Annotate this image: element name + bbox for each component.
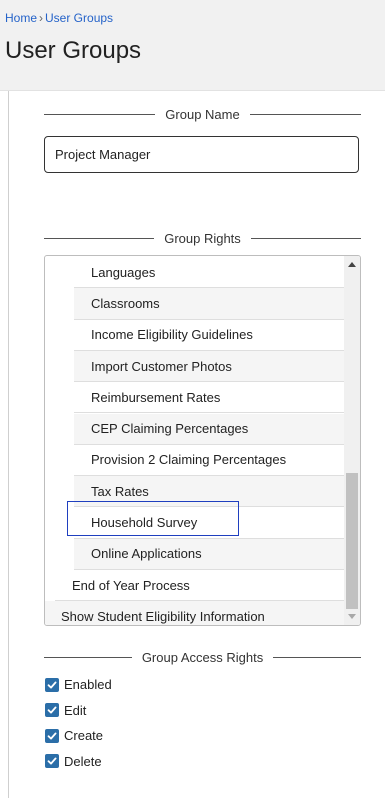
breadcrumb: Home › User Groups bbox=[5, 11, 113, 25]
group-access-rights-legend-text: Group Access Rights bbox=[141, 649, 264, 665]
access-right-checkbox-create[interactable]: Create bbox=[45, 728, 103, 744]
group-rights-item[interactable]: Provision 2 Claiming Percentages bbox=[74, 444, 346, 477]
group-rights-item-label: End of Year Process bbox=[72, 577, 190, 593]
group-rights-item-label: Reimbursement Rates bbox=[91, 389, 221, 405]
group-rights-legend-text: Group Rights bbox=[164, 230, 241, 246]
group-rights-item[interactable]: Reimbursement Rates bbox=[74, 382, 346, 414]
group-name-input[interactable] bbox=[44, 136, 359, 173]
group-name-legend-text: Group Name bbox=[165, 106, 240, 122]
group-rights-item[interactable]: Income Eligibility Guidelines bbox=[74, 319, 346, 351]
page-title: User Groups bbox=[5, 37, 142, 64]
group-rights-item-label: CEP Claiming Percentages bbox=[91, 421, 249, 437]
access-right-label: Delete bbox=[64, 753, 102, 769]
group-rights-item-label: Import Customer Photos bbox=[91, 358, 232, 374]
group-rights-item[interactable]: CEP Claiming Percentages bbox=[74, 413, 346, 445]
access-right-label: Create bbox=[64, 728, 104, 743]
arrow-down-icon[interactable] bbox=[348, 614, 356, 619]
group-rights-item[interactable]: Classrooms bbox=[74, 288, 346, 320]
check-icon[interactable] bbox=[45, 677, 59, 692]
group-rights-item-label: Classrooms bbox=[91, 295, 160, 311]
group-rights-item[interactable]: Import Customer Photos bbox=[74, 350, 346, 383]
content-divider bbox=[8, 91, 9, 798]
check-icon[interactable] bbox=[45, 728, 59, 743]
check-icon[interactable] bbox=[45, 754, 59, 768]
group-rights-item-label: Languages bbox=[91, 264, 156, 280]
group-rights-item-label: Income Eligibility Guidelines bbox=[91, 327, 253, 343]
group-rights-item[interactable]: Tax Rates bbox=[74, 476, 346, 508]
group-rights-item[interactable]: End of Year Process bbox=[55, 570, 346, 602]
rights-list-scrollbar[interactable] bbox=[344, 256, 360, 625]
group-rights-item[interactable]: Show Student Eligibility Information bbox=[45, 601, 346, 625]
access-right-label: Edit bbox=[64, 702, 87, 718]
breadcrumb-separator: › bbox=[39, 11, 44, 25]
group-rights-item-label: Tax Rates bbox=[91, 483, 149, 499]
group-rights-item[interactable]: Household Survey bbox=[74, 507, 346, 539]
access-right-checkbox-enabled[interactable]: Enabled bbox=[45, 677, 112, 693]
group-rights-item-label: Show Student Eligibility Information bbox=[61, 608, 265, 624]
access-right-checkbox-edit[interactable]: Edit bbox=[45, 702, 86, 718]
group-rights-list[interactable]: Languages Classrooms Income Eligibility Gu… bbox=[44, 255, 361, 626]
group-rights-item-label: Online Applications bbox=[91, 546, 202, 562]
group-rights-item[interactable]: Online Applications bbox=[74, 538, 346, 570]
breadcrumb-current-link[interactable]: User Groups bbox=[45, 11, 113, 25]
group-rights-item[interactable]: Languages bbox=[74, 257, 346, 289]
access-right-label: Enabled bbox=[64, 677, 112, 692]
group-access-rights-legend: Group Access Rights bbox=[44, 649, 362, 665]
group-rights-legend: Group Rights bbox=[44, 230, 361, 246]
scrollbar-thumb[interactable] bbox=[346, 473, 358, 609]
group-rights-item-label: Provision 2 Claiming Percentages bbox=[91, 452, 287, 468]
group-name-legend: Group Name bbox=[44, 106, 362, 122]
page-header: Home › User Groups User Groups bbox=[0, 0, 385, 91]
arrow-up-icon[interactable] bbox=[348, 262, 356, 267]
check-icon[interactable] bbox=[45, 703, 59, 717]
access-right-checkbox-delete[interactable]: Delete bbox=[45, 753, 102, 769]
breadcrumb-home-link[interactable]: Home bbox=[5, 11, 37, 25]
group-rights-item-label: Household Survey bbox=[91, 515, 198, 531]
